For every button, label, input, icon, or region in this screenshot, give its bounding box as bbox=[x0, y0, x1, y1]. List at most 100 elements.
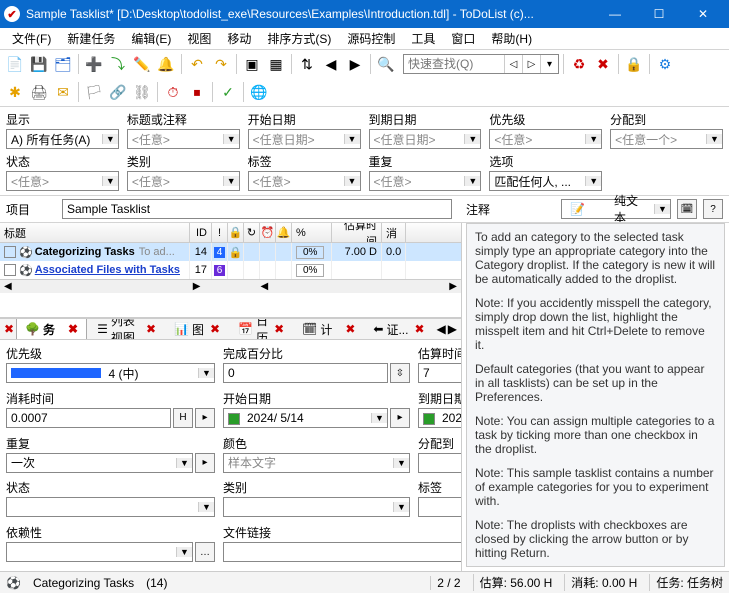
nav-next-icon[interactable]: ▶ bbox=[344, 53, 366, 75]
fld-repeat-more[interactable]: ▸ bbox=[195, 453, 215, 473]
tab-列表视图[interactable]: ☰列表视图✖ bbox=[89, 318, 164, 340]
filter-due-combo[interactable]: <任意日期>▼ bbox=[369, 129, 482, 149]
fld-depend[interactable]: ▼ bbox=[6, 542, 193, 562]
web-icon[interactable]: 🌐 bbox=[248, 81, 270, 103]
fld-tags[interactable]: ▼ bbox=[418, 497, 461, 517]
col-title[interactable]: 标题 bbox=[0, 223, 190, 242]
notes-help-button[interactable]: ? bbox=[703, 199, 723, 219]
filter-repeat-combo[interactable]: <任意>▼ bbox=[369, 171, 482, 191]
tab-nav-left-icon[interactable]: ◀ bbox=[437, 322, 446, 336]
grid-hscroll[interactable]: ◀▶◀▶ bbox=[0, 279, 461, 293]
quickfind-prev-icon[interactable]: ◁ bbox=[504, 55, 522, 73]
collapse-icon[interactable]: ▣ bbox=[241, 53, 263, 75]
filter-pri-combo[interactable]: <任意>▼ bbox=[489, 129, 602, 149]
print-icon[interactable]: 🖨 bbox=[28, 81, 50, 103]
plugin-icon[interactable]: ✱ bbox=[4, 81, 26, 103]
notes-body[interactable]: To add an category to the selected task … bbox=[466, 223, 725, 567]
col-recur[interactable]: ↻ bbox=[244, 223, 260, 242]
fld-color[interactable]: 样本文字▼ bbox=[223, 453, 410, 473]
quickfind-next-icon[interactable]: ▷ bbox=[522, 55, 540, 73]
quickfind-drop-icon[interactable]: ▾ bbox=[540, 55, 558, 73]
redo-icon[interactable]: ↷ bbox=[210, 53, 232, 75]
tab-证...[interactable]: ⬅证...✖ bbox=[365, 319, 432, 340]
filter-status-combo[interactable]: <任意>▼ bbox=[6, 171, 119, 191]
menu-newtask[interactable]: 新建任务 bbox=[59, 28, 123, 49]
tab-周计划[interactable]: 🗓周计划✖ bbox=[294, 318, 363, 340]
maximize-button[interactable]: ☐ bbox=[637, 0, 681, 28]
col-id[interactable]: ID bbox=[190, 223, 212, 242]
link-icon[interactable]: 🔗 bbox=[107, 81, 129, 103]
fld-pct-spin[interactable]: ⇳ bbox=[390, 363, 410, 383]
project-input[interactable] bbox=[62, 199, 452, 219]
expand-icon[interactable]: ▦ bbox=[265, 53, 287, 75]
filter-opt-combo[interactable]: 匹配任何人, ...▼ bbox=[489, 171, 602, 191]
fld-spent[interactable] bbox=[6, 408, 171, 428]
menu-help[interactable]: 帮助(H) bbox=[483, 28, 540, 49]
quickfind-input[interactable] bbox=[404, 57, 504, 71]
menu-tools[interactable]: 工具 bbox=[403, 28, 443, 49]
menu-view[interactable]: 视图 bbox=[179, 28, 219, 49]
menu-sort[interactable]: 排序方式(S) bbox=[259, 28, 339, 49]
menu-move[interactable]: 移动 bbox=[219, 28, 259, 49]
fld-due[interactable]: 2024/ 5/20▼ bbox=[418, 408, 461, 428]
fld-start[interactable]: 2024/ 5/14▼ bbox=[223, 408, 388, 428]
notes-format-combo[interactable]: 📝纯文本▼ bbox=[561, 199, 671, 219]
fld-file[interactable]: ▼ bbox=[223, 542, 461, 562]
timer-toggle-icon[interactable]: ⏱ bbox=[162, 81, 184, 103]
tab-close-icon[interactable]: ✖ bbox=[4, 322, 14, 336]
find-icon[interactable]: 🔍 bbox=[375, 53, 397, 75]
col-more[interactable]: 消 bbox=[382, 223, 406, 242]
tab-图[interactable]: 📊图✖ bbox=[166, 319, 228, 340]
table-row[interactable]: ⚽Associated Files with Tasks1760% bbox=[0, 261, 461, 279]
filter-tag-combo[interactable]: <任意>▼ bbox=[248, 171, 361, 191]
filter-title-combo[interactable]: <任意>▼ bbox=[127, 129, 240, 149]
col-timer[interactable]: ⏰ bbox=[260, 223, 276, 242]
menu-edit[interactable]: 编辑(E) bbox=[123, 28, 179, 49]
delete-icon[interactable]: ✖ bbox=[592, 53, 614, 75]
undo-icon[interactable]: ↶ bbox=[186, 53, 208, 75]
tab-nav-right-icon[interactable]: ▶ bbox=[448, 322, 457, 336]
fld-pct[interactable] bbox=[223, 363, 388, 383]
menu-window[interactable]: 窗口 bbox=[443, 28, 483, 49]
save-icon[interactable]: 💾 bbox=[28, 53, 50, 75]
fld-category[interactable]: ▼ bbox=[223, 497, 410, 517]
filter-start-combo[interactable]: <任意日期>▼ bbox=[248, 129, 361, 149]
newtask-icon[interactable]: ➕ bbox=[83, 53, 105, 75]
grid-body[interactable]: ⚽Categorizing TasksTo ad...144🔒0%7.00 D0… bbox=[0, 243, 461, 279]
fld-spent-unit[interactable]: H bbox=[173, 408, 193, 428]
menu-source[interactable]: 源码控制 bbox=[339, 28, 403, 49]
menu-file[interactable]: 文件(F) bbox=[4, 28, 59, 49]
lock-icon[interactable]: 🔒 bbox=[623, 53, 645, 75]
saveall-icon[interactable]: 🗂 bbox=[52, 53, 74, 75]
col-pct[interactable]: % bbox=[292, 223, 332, 242]
fld-priority[interactable]: 4 (中)▼ bbox=[6, 363, 215, 383]
quickfind[interactable]: ◁ ▷ ▾ bbox=[403, 54, 559, 74]
fld-start-more[interactable]: ▸ bbox=[390, 408, 410, 428]
tab-任务树[interactable]: 🌳任务树✖ bbox=[16, 318, 87, 340]
timer-off-icon[interactable]: ⏹ bbox=[186, 81, 208, 103]
col-alarm[interactable]: 🔔 bbox=[276, 223, 292, 242]
settings-icon[interactable]: ⚙ bbox=[654, 53, 676, 75]
deleteall-icon[interactable]: ♻ bbox=[568, 53, 590, 75]
filter-alloc-combo[interactable]: <任意一个>▼ bbox=[610, 129, 723, 149]
minimize-button[interactable]: — bbox=[593, 0, 637, 28]
col-est[interactable]: 估算时间 bbox=[332, 223, 382, 242]
depend-icon[interactable]: ⛓ bbox=[131, 81, 153, 103]
close-button[interactable]: ✕ bbox=[681, 0, 725, 28]
table-row[interactable]: ⚽Categorizing TasksTo ad...144🔒0%7.00 D0… bbox=[0, 243, 461, 261]
tab-日历[interactable]: 📅日历✖ bbox=[230, 318, 292, 340]
filter-cat-combo[interactable]: <任意>▼ bbox=[127, 171, 240, 191]
fld-est[interactable] bbox=[418, 363, 461, 383]
fld-depend-browse[interactable]: … bbox=[195, 542, 215, 562]
notes-date-button[interactable]: 🗓 bbox=[677, 199, 697, 219]
sort-icon[interactable]: ⇅ bbox=[296, 53, 318, 75]
fld-spent-more[interactable]: ▸ bbox=[195, 408, 215, 428]
col-priority[interactable]: ! bbox=[212, 223, 228, 242]
nav-prev-icon[interactable]: ◀ bbox=[320, 53, 342, 75]
filter-show-combo[interactable]: A) 所有任务(A)▼ bbox=[6, 129, 119, 149]
fld-status[interactable]: ▼ bbox=[6, 497, 215, 517]
reminder-icon[interactable]: 🔔 bbox=[155, 53, 177, 75]
newsubtask-icon[interactable]: ⤵ bbox=[107, 53, 129, 75]
new-icon[interactable]: 📄 bbox=[4, 53, 26, 75]
spellcheck-icon[interactable]: ✓ bbox=[217, 81, 239, 103]
